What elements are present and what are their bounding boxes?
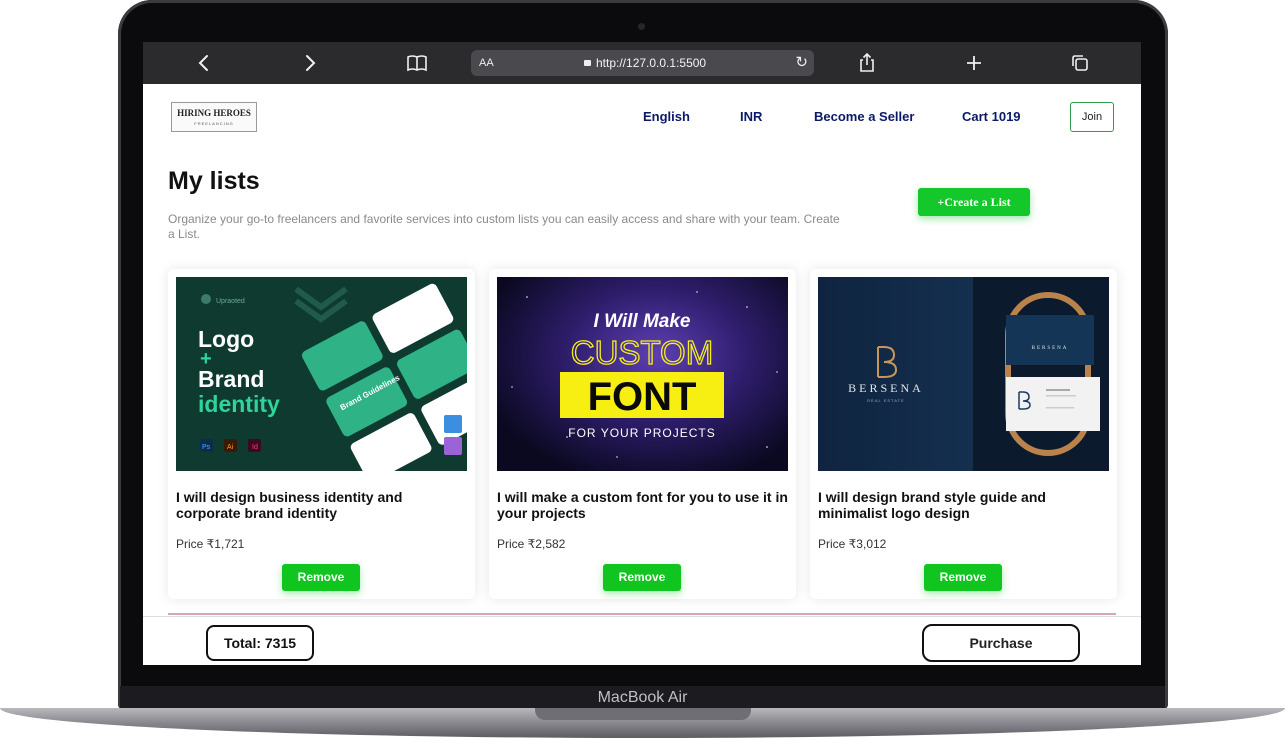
card-price: Price ₹1,721 [176, 537, 245, 551]
list-card: BERSENA REAL ESTATE BERSENA I will desig… [810, 269, 1117, 599]
laptop-chin: MacBook Air [120, 686, 1165, 710]
reload-icon[interactable]: ↻ [795, 50, 808, 76]
nav-cart[interactable]: Cart 1019 [962, 109, 1021, 124]
new-tab-icon[interactable] [962, 51, 986, 75]
card-title[interactable]: I will design business identity and corp… [176, 489, 468, 521]
artwork-tag2: Ai [227, 444, 234, 451]
artwork-brand-small: Upraoted [216, 298, 245, 305]
bookmarks-icon[interactable] [405, 51, 429, 75]
create-list-button[interactable]: +Create a List [918, 188, 1030, 216]
page-title: My lists [168, 167, 260, 195]
site-logo[interactable]: HIRING HEROES FREELANCING [171, 102, 257, 132]
nav-currency[interactable]: INR [740, 109, 762, 124]
join-button[interactable]: Join [1070, 102, 1114, 132]
nav-language[interactable]: English [643, 109, 690, 124]
card-thumbnail[interactable]: I Will Make CUSTOM FONT FOR YOUR PROJECT… [497, 277, 788, 471]
webcam [638, 23, 645, 30]
remove-button[interactable]: Remove [603, 564, 681, 591]
device-label: MacBook Air [597, 689, 688, 706]
address-bar[interactable]: AA http://127.0.0.1:5500 ↻ [471, 50, 814, 76]
custom-font-artwork: I Will Make CUSTOM FONT FOR YOUR PROJECT… [511, 291, 778, 458]
card-price: Price ₹3,012 [818, 537, 887, 551]
total-amount: Total: 7315 [206, 625, 314, 661]
url-value: http://127.0.0.1:5500 [596, 56, 707, 70]
tabs-overview-icon[interactable] [1068, 51, 1092, 75]
forward-icon[interactable] [298, 51, 322, 75]
back-icon[interactable] [192, 51, 216, 75]
card-price: Price ₹2,582 [497, 537, 566, 551]
remove-button[interactable]: Remove [282, 564, 360, 591]
svg-text:BERSENA: BERSENA [1032, 346, 1069, 351]
text-size-button[interactable]: AA [479, 50, 494, 76]
url-text: http://127.0.0.1:5500 [584, 50, 706, 76]
card-title[interactable]: I will design brand style guide and mini… [818, 489, 1110, 521]
artwork-line3: FONT [588, 375, 697, 419]
list-card: Upraoted Logo + Brand identity Ps Ai Id [168, 269, 475, 599]
artwork-line4: identity [198, 391, 280, 417]
card-thumbnail[interactable]: Upraoted Logo + Brand identity Ps Ai Id [176, 277, 467, 471]
artwork-line3: Brand [198, 366, 264, 392]
artwork-tag3: Id [252, 444, 258, 451]
artwork-sub: REAL ESTATE [867, 398, 904, 403]
share-icon[interactable] [855, 51, 879, 75]
artwork-line1: I Will Make [594, 311, 691, 332]
card-title[interactable]: I will make a custom font for you to use… [497, 489, 789, 521]
list-card: I Will Make CUSTOM FONT FOR YOUR PROJECT… [489, 269, 796, 599]
screen: AA http://127.0.0.1:5500 ↻ HIRING HEROES… [143, 42, 1141, 665]
artwork-tag1: Ps [202, 444, 211, 451]
logo-text: HIRING HEROES [177, 108, 251, 118]
brand-guide-artwork: BERSENA REAL ESTATE BERSENA [848, 277, 1109, 471]
artwork-line2: CUSTOM [571, 334, 713, 371]
page-description: Organize your go-to freelancers and favo… [168, 212, 840, 241]
artwork-line4: FOR YOUR PROJECTS [568, 426, 715, 440]
remove-button[interactable]: Remove [924, 564, 1002, 591]
browser-toolbar: AA http://127.0.0.1:5500 ↻ [143, 42, 1141, 84]
brand-identity-artwork: Upraoted Logo + Brand identity Ps Ai Id [198, 283, 467, 471]
nav-become-seller[interactable]: Become a Seller [814, 109, 914, 124]
checkout-bar: Total: 7315 Purchase [143, 616, 1141, 665]
laptop-notch [535, 708, 751, 720]
purchase-button[interactable]: Purchase [922, 624, 1080, 662]
card-thumbnail[interactable]: BERSENA REAL ESTATE BERSENA [818, 277, 1109, 471]
section-divider [168, 613, 1116, 615]
lock-icon [584, 60, 591, 66]
logo-subtext: FREELANCING [194, 121, 234, 126]
artwork-brand: BERSENA [848, 381, 924, 395]
